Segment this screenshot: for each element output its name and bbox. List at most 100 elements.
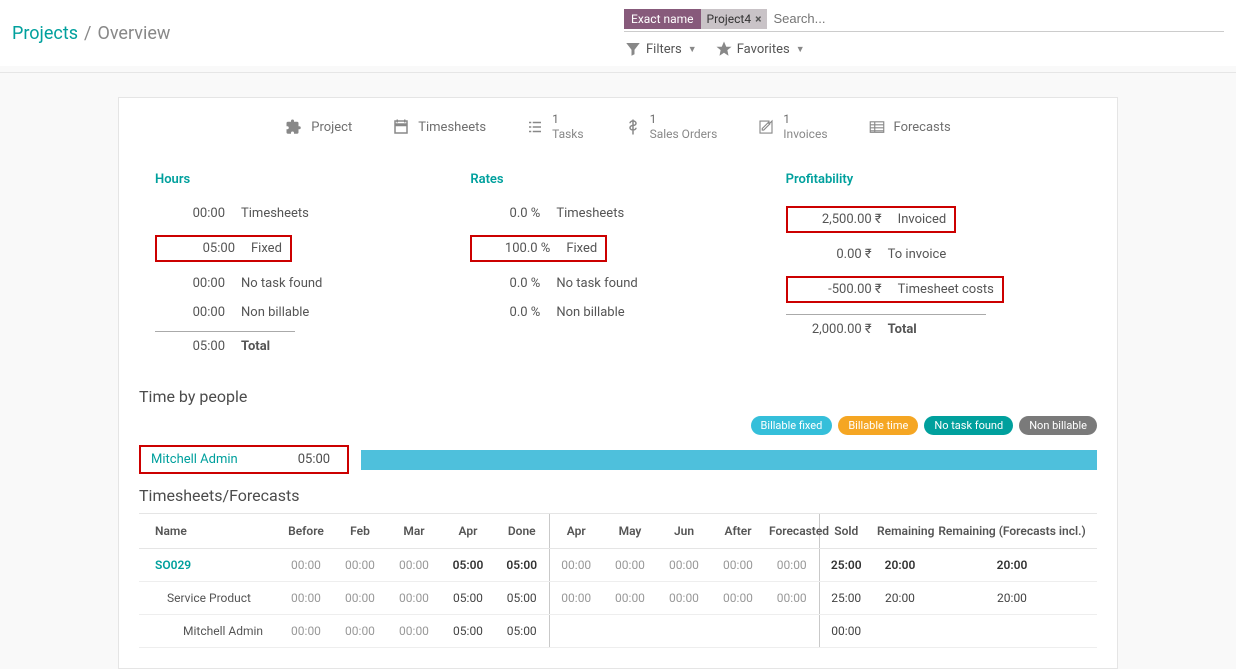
nav-project[interactable]: Project [285,118,352,136]
profitability-column: Profitability 2,500.00 ₹Invoiced 0.00 ₹T… [786,172,1081,361]
chip-remove-icon[interactable]: × [755,12,761,26]
nav-sales-orders[interactable]: 1Sales Orders [624,112,718,142]
th-forecasted: Forecasted [765,514,819,549]
rates-timesheets-value: 0.0 % [470,206,540,221]
th-apr: Apr [441,514,495,549]
cell-done: 05:00 [495,549,549,582]
cell-remaining: 20:00 [873,549,927,582]
hours-nonbillable-label: Non billable [241,305,309,320]
row-link[interactable]: SO029 [155,558,191,572]
time-by-people-title: Time by people [119,369,1117,416]
funnel-icon [624,40,642,58]
cell-remaining_f: 20:00 [927,549,1097,582]
star-icon [715,40,733,58]
nav-invoices-label: Invoices [783,127,827,141]
cell-before: 00:00 [279,549,333,582]
th-jun: Jun [657,514,711,549]
hours-total-value: 05:00 [155,339,225,354]
people-hours: 05:00 [298,452,330,467]
profit-timesheetcosts-highlight: -500.00 ₹ Timesheet costs [786,276,1004,303]
table-header-row: Name Before Feb Mar Apr Done Apr May Jun… [139,514,1097,549]
nav-tasks-label: Tasks [552,127,584,141]
cell-remaining_f [927,615,1097,648]
nav-forecasts[interactable]: Forecasts [868,118,951,136]
profitability-title: Profitability [786,172,1081,187]
hours-notask-value: 00:00 [155,276,225,291]
nav-sales-label: Sales Orders [650,127,718,141]
rates-nonbillable-label: Non billable [556,305,624,320]
cell-name[interactable]: SO029 [139,549,279,582]
rates-fixed-value: 100.0 % [480,241,550,256]
rates-nonbillable-value: 0.0 % [470,305,540,320]
cell-jun: 00:00 [657,582,711,615]
breadcrumb-root[interactable]: Projects [12,23,78,44]
th-feb: Feb [333,514,387,549]
th-may: May [603,514,657,549]
favorites-button[interactable]: Favorites ▼ [715,40,805,58]
table-row: Mitchell Admin00:0000:0000:0005:0005:000… [139,615,1097,648]
cell-feb: 00:00 [333,582,387,615]
nav-tasks[interactable]: 1Tasks [526,112,584,142]
timesheets-table: Name Before Feb Mar Apr Done Apr May Jun… [139,513,1097,648]
rates-fixed-highlight: 100.0 % Fixed [470,235,607,262]
profit-invoiced-highlight: 2,500.00 ₹Invoiced [786,206,957,233]
th-done: Done [495,514,549,549]
dollar-icon [624,118,642,136]
hours-timesheets-value: 00:00 [155,206,225,221]
th-before: Before [279,514,333,549]
cell-feb: 00:00 [333,549,387,582]
hours-fixed-value: 05:00 [165,241,235,256]
cell-remaining [873,615,927,648]
favorites-label: Favorites [737,42,790,57]
th-name: Name [139,514,279,549]
th-remaining-forecasts: Remaining (Forecasts incl.) [927,514,1097,549]
hours-fixed-highlight: 05:00Fixed [155,235,292,262]
th-apr2: Apr [549,514,603,549]
nav-invoices[interactable]: 1Invoices [757,112,827,142]
cell-done: 05:00 [495,615,549,648]
badge-non-billable: Non billable [1019,416,1097,435]
spreadsheet-icon [868,118,886,136]
rates-timesheets-label: Timesheets [556,206,624,221]
rates-fixed-label: Fixed [566,241,597,256]
cell-forecasted: 00:00 [765,549,819,582]
nav-invoices-count: 1 [783,112,790,126]
nav-sales-count: 1 [650,112,657,126]
people-name-link[interactable]: Mitchell Admin [151,452,238,467]
nav-project-label: Project [311,120,352,135]
cell-sold: 25:00 [819,582,873,615]
cell-may [603,615,657,648]
nav-timesheets-label: Timesheets [418,120,486,135]
rates-notask-value: 0.0 % [470,276,540,291]
cell-sold: 25:00 [819,549,873,582]
profit-timesheetcosts-value: -500.00 ₹ [796,282,882,297]
cell-remaining: 20:00 [873,582,927,615]
cell-forecasted: 00:00 [765,582,819,615]
breadcrumb-current: Overview [97,23,170,44]
th-mar: Mar [387,514,441,549]
cell-name: Mitchell Admin [139,615,279,648]
cell-after: 00:00 [711,582,765,615]
nav-timesheets[interactable]: Timesheets [392,118,486,136]
search-input[interactable] [767,8,1224,29]
chevron-down-icon: ▼ [688,44,697,55]
profit-invoiced-label: Invoiced [898,212,947,227]
table-row: SO02900:0000:0000:0005:0005:0000:0000:00… [139,549,1097,582]
cell-name: Service Product [139,582,279,615]
people-bar [361,450,1097,470]
rates-column: Rates 0.0 % Timesheets 100.0 % Fixed 0.0 %… [470,172,765,361]
profit-timesheetcosts-label: Timesheet costs [898,282,994,297]
pencil-square-icon [757,118,775,136]
filters-button[interactable]: Filters ▼ [624,40,697,58]
rates-title: Rates [470,172,765,187]
profit-total-value: 2,000.00 ₹ [786,322,872,337]
cell-remaining_f: 20:00 [927,582,1097,615]
cell-apr2: 00:00 [549,549,603,582]
cell-done: 05:00 [495,582,549,615]
search-facet-chip: Exact name Project4 × [624,9,767,29]
cell-jun [657,615,711,648]
cell-sold: 00:00 [819,615,873,648]
timesheets-forecasts-title: Timesheets/Forecasts [119,482,1117,513]
hours-timesheets-label: Timesheets [241,206,309,221]
th-after: After [711,514,765,549]
